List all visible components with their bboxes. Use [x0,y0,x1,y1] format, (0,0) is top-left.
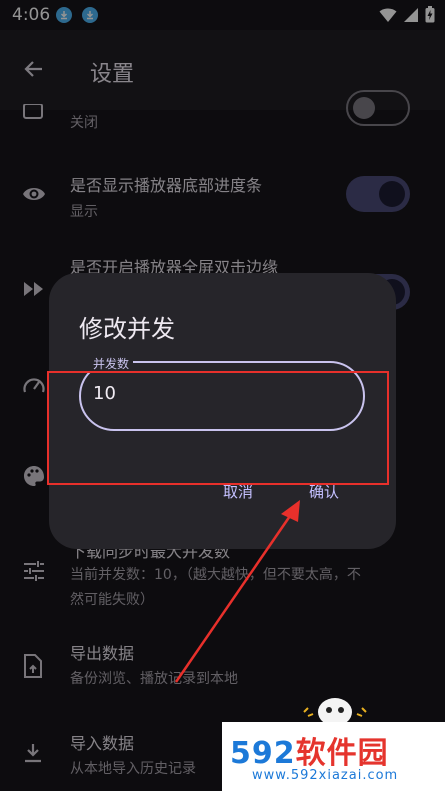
watermark-url: www.592xiazai.com [252,768,399,783]
mascot-icon [303,698,367,726]
watermark-logo: 592软件园 [230,736,389,771]
watermark: 592软件园 www.592xiazai.com [222,722,445,791]
annotation-arrow-icon [174,500,300,683]
